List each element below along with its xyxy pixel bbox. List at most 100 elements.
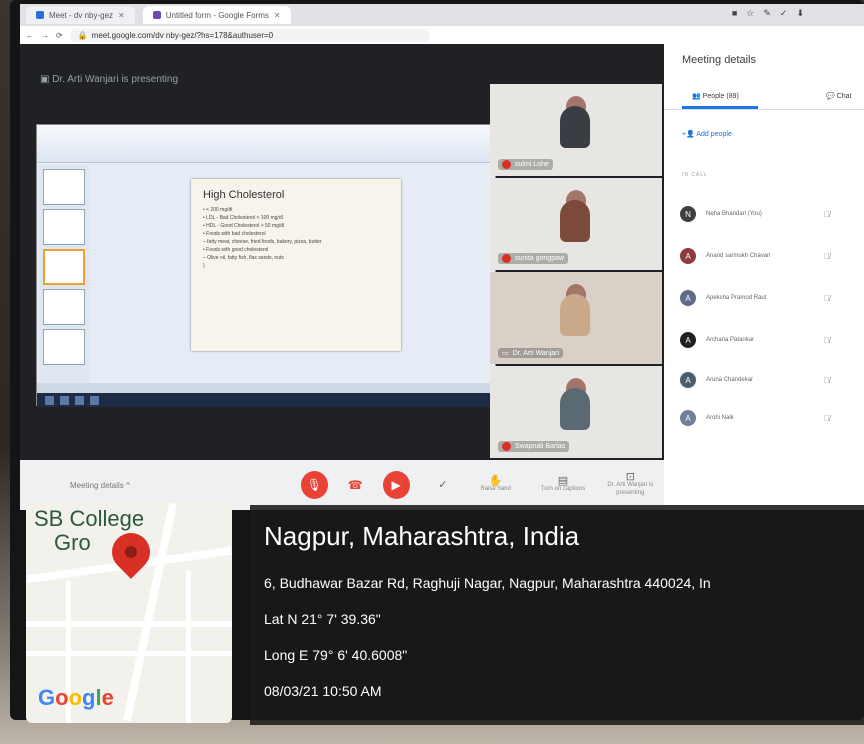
participant-name: Aruna Chandekar	[706, 377, 754, 383]
presenting-label: Dr. Arti Wanjari is presenting	[607, 482, 654, 496]
download-icon[interactable]: ⬇	[796, 8, 804, 19]
back-icon[interactable]: ←	[26, 31, 34, 40]
geotag-info-box: Nagpur, Maharashtra, India 6, Budhawar B…	[250, 505, 864, 725]
presenting-button[interactable]: ⊡ Dr. Arti Wanjari is presenting	[597, 472, 664, 497]
lock-icon: 🔒	[77, 30, 88, 40]
mic-off-icon	[502, 442, 511, 451]
participant-tile[interactable]: sulmi Lohe	[490, 84, 662, 176]
presenting-banner: ▣ Dr. Arti Wanjari is presenting	[40, 74, 178, 85]
participant-video	[560, 106, 590, 148]
raise-hand-label: Raise hand	[480, 486, 511, 492]
participant-name: Apeksha Pramod Raut	[706, 295, 767, 301]
url-text: meet.google.com/dv nby-gez/?hs=178&authu…	[91, 30, 274, 40]
reload-icon[interactable]: ⟳	[56, 31, 63, 40]
presenting-label: Dr. Arti Wanjari is presenting	[52, 74, 179, 85]
forward-icon[interactable]: →	[41, 31, 49, 40]
participant-name: Swapnali Barlas	[515, 443, 566, 450]
avatar: A	[680, 332, 696, 348]
participant-name: sunita gongpaw	[515, 255, 565, 262]
mic-off-icon: 🎙̸	[824, 375, 830, 385]
slide-bullet: • LDL - Bad Cholesterol < 100 mg/dl	[203, 215, 283, 221]
browser-tab-forms[interactable]: Untitled form - Google Forms ✕	[142, 6, 291, 24]
panel-tabs: 👥 People (89) 💬 Chat	[664, 86, 864, 110]
url-field[interactable]: 🔒 meet.google.com/dv nby-gez/?hs=178&aut…	[69, 28, 430, 42]
map-road	[26, 651, 232, 656]
taskbar-app-icon[interactable]	[75, 395, 84, 405]
slide-thumbnail[interactable]	[43, 249, 85, 285]
participant-name: Archana Patankar	[706, 337, 755, 343]
participant-name: Anand sarmukh Chavan	[706, 253, 771, 259]
slide-thumbnail[interactable]	[43, 209, 85, 245]
slide-thumbnails	[39, 165, 89, 383]
mic-toggle-button[interactable]: 🎙	[300, 471, 328, 499]
extension-icon[interactable]: ■	[732, 8, 737, 19]
slide-bullet: – fatty meat, cheese, fried foods, baker…	[203, 239, 322, 245]
raise-hand-button[interactable]: ✋ Raise hand	[462, 475, 529, 493]
participant-tile[interactable]: ▭ Dr. Arti Wanjari	[490, 272, 662, 364]
mic-off-icon: 🎙̸	[824, 335, 830, 345]
browser-toolbar-icons: ■ ☆ ✎ ✓ ⬇	[732, 8, 804, 19]
participant-row[interactable]: N Neha Bhandari (You) 🎙̸	[680, 204, 864, 224]
participant-row[interactable]: A Arohi Naik 🎙̸	[680, 408, 864, 428]
star-icon[interactable]: ☆	[746, 8, 754, 19]
participant-name: Dr. Arti Wanjari	[512, 349, 560, 357]
participant-video	[560, 294, 590, 336]
tab-chat[interactable]: 💬 Chat	[826, 92, 851, 100]
geotag-longitude: Long E 79° 6' 40.6008"	[264, 647, 408, 663]
active-tab-indicator	[682, 106, 758, 109]
in-call-heading: IN CALL	[682, 172, 708, 178]
participant-row[interactable]: A Aruna Chandekar 🎙̸	[680, 370, 864, 390]
avatar: A	[680, 248, 696, 264]
taskbar-app-icon[interactable]	[60, 395, 69, 405]
slide-bullet: )	[203, 263, 205, 269]
extension-icon[interactable]: ✎	[763, 8, 771, 19]
captions-icon: ▤	[557, 475, 569, 487]
add-people-button[interactable]: +👤 Add people	[682, 130, 732, 138]
avatar: A	[680, 372, 696, 388]
browser-tab-meet[interactable]: Meet - dv nby-gez ✕	[26, 6, 135, 24]
check-icon[interactable]: ✓	[780, 8, 788, 19]
participant-tile[interactable]: sunita gongpaw	[490, 178, 662, 270]
avatar: A	[680, 290, 696, 306]
participant-name: sulmi Lohe	[515, 161, 549, 168]
presenting-icon: ▭	[502, 350, 509, 357]
meeting-details-panel: Meeting details 👥 People (89) 💬 Chat +👤 …	[664, 44, 864, 510]
leave-call-button[interactable]: ☎	[342, 471, 369, 499]
geotag-address: 6, Budhawar Bazar Rd, Raghuji Nagar, Nag…	[264, 575, 711, 591]
participant-row[interactable]: A Archana Patankar 🎙̸	[680, 330, 864, 350]
hand-icon: ✋	[488, 475, 503, 487]
mic-off-icon: 🎙̸	[824, 413, 830, 423]
close-tab-icon[interactable]: ✕	[274, 11, 281, 20]
slide-thumbnail[interactable]	[43, 169, 85, 205]
tab-label: Untitled form - Google Forms	[165, 10, 269, 20]
people-tab-label: People (89)	[702, 93, 739, 100]
tab-people[interactable]: 👥 People (89)	[692, 92, 739, 100]
taskbar-app-icon[interactable]	[90, 395, 99, 405]
start-icon[interactable]	[45, 395, 54, 405]
meet-stage: ▣ Dr. Arti Wanjari is presenting High Ch…	[20, 44, 664, 510]
monitor-screen: Meet - dv nby-gez ✕ Untitled form - Goog…	[20, 4, 864, 510]
camera-toggle-button[interactable]: ▶	[382, 471, 410, 499]
add-people-label: Add people	[696, 131, 732, 138]
meet-favicon-icon	[36, 11, 44, 19]
check-icon: ✓	[438, 479, 448, 491]
address-bar: ← → ⟳ 🔒 meet.google.com/dv nby-gez/?hs=1…	[20, 26, 864, 44]
participant-row[interactable]: A Apeksha Pramod Raut 🎙̸	[680, 288, 864, 308]
mic-off-icon: 🎙̸	[824, 251, 830, 261]
powerpoint-ribbon	[37, 125, 497, 163]
meeting-details-toggle[interactable]: Meeting details ^	[70, 481, 301, 490]
avatar: A	[680, 410, 696, 426]
close-tab-icon[interactable]: ✕	[118, 11, 125, 20]
captions-button[interactable]: ▤ Turn on captions	[529, 475, 596, 493]
participant-label: Swapnali Barlas	[498, 441, 570, 452]
slide-thumbnail[interactable]	[43, 289, 85, 325]
participant-row[interactable]: A Anand sarmukh Chavan 🎙̸	[680, 246, 864, 266]
presenter-icon: ▣	[40, 74, 53, 85]
participant-tile[interactable]: Swapnali Barlas	[490, 366, 662, 458]
slide-thumbnail[interactable]	[43, 329, 85, 365]
chat-icon: 💬	[826, 93, 837, 100]
location-map-thumbnail: SB College Gro Google	[26, 501, 232, 723]
participant-label: sulmi Lohe	[498, 159, 553, 170]
participant-label: ▭ Dr. Arti Wanjari	[498, 348, 564, 358]
slide-bullet: – Olive oil, fatty fish, flax seeds, nut…	[203, 255, 284, 261]
